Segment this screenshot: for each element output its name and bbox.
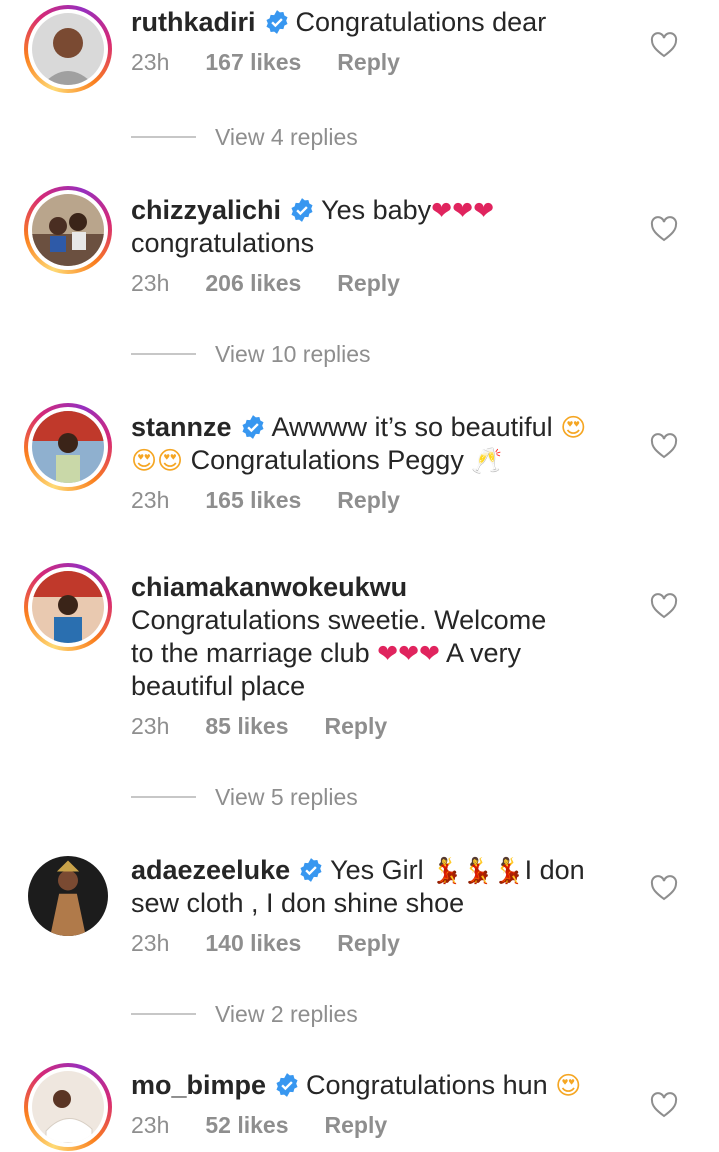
divider-line [131,796,196,798]
avatar-story-ring[interactable] [24,5,112,93]
comment-username[interactable]: chiamakanwokeukwu [131,572,407,602]
comment-text: Congratulations hun [306,1070,548,1100]
comment-username[interactable]: adaezeeluke [131,855,290,885]
comment-time: 23h [131,270,170,296]
divider-line [131,136,196,138]
comment-body: chiamakanwokeukwu Congratulations sweeti… [131,571,631,743]
comment-body: stannze Awwww it’s so beautiful 😍 😍😍 Cong… [131,411,631,517]
comment-text: Yes Girl [330,855,424,885]
verified-badge-icon [240,414,266,440]
comment-body: chizzyalichi Yes baby❤❤❤ congratulations … [131,194,631,300]
verified-badge-icon [274,1072,300,1098]
avatar-story-ring[interactable] [24,403,112,491]
view-replies-button[interactable]: View 2 replies [131,999,358,1029]
comment-text: Congratulations Peggy [190,445,464,475]
comment-likes[interactable]: 85 likes [205,713,288,740]
reply-button[interactable]: Reply [325,713,388,740]
heart-eyes-emoji: 😍 [560,413,587,442]
comment-text: A very [446,638,522,668]
comment-likes[interactable]: 140 likes [205,930,301,957]
reply-button[interactable]: Reply [325,1112,388,1139]
view-replies-label[interactable]: View 4 replies [215,124,358,151]
view-replies-label[interactable]: View 5 replies [215,784,358,811]
comment-time: 23h [131,487,170,513]
heart-emoji: ❤❤❤ [431,196,495,225]
comment-text: Awwww it’s so beautiful [271,412,553,442]
comment-text: Yes baby [321,195,432,225]
verified-badge-icon [289,197,315,223]
avatar [32,194,104,266]
view-replies-label[interactable]: View 2 replies [215,1001,358,1028]
avatar [32,571,104,643]
comment-time: 23h [131,713,170,739]
reply-button[interactable]: Reply [337,487,400,514]
avatar-story-ring[interactable] [24,563,112,651]
reply-button[interactable]: Reply [337,930,400,957]
reply-button[interactable]: Reply [337,49,400,76]
avatar [32,1071,104,1143]
comment-likes[interactable]: 206 likes [205,270,301,297]
champagne-emoji: 🥂 [471,446,503,475]
comment-username[interactable]: ruthkadiri [131,7,256,37]
heart-emoji: ❤❤❤ [377,639,440,668]
avatar[interactable] [24,852,112,940]
heart-eyes-emoji: 😍😍 [131,446,184,475]
comment-body: ruthkadiri Congratulations dear 23h 167 li… [131,6,631,79]
verified-badge-icon [298,857,324,883]
comment-text: Congratulations sweetie. Welcome [131,605,547,635]
avatar-image [28,856,108,936]
dancer-emoji: 💃💃💃 [431,856,525,885]
comment-text: congratulations [131,228,315,258]
reply-button[interactable]: Reply [337,270,400,297]
heart-outline-icon[interactable] [650,875,678,901]
comment-body: mo_bimpe Congratulations hun 😍 23h 52 like… [131,1069,631,1142]
avatar [32,13,104,85]
comment-username[interactable]: chizzyalichi [131,195,281,225]
heart-outline-icon[interactable] [650,32,678,58]
heart-eyes-emoji: 😍 [555,1071,582,1100]
heart-outline-icon[interactable] [650,593,678,619]
comment-text: sew cloth , I don shine shoe [131,888,465,918]
heart-outline-icon[interactable] [650,433,678,459]
heart-outline-icon[interactable] [650,1092,678,1118]
view-replies-label[interactable]: View 10 replies [215,341,371,368]
avatar [32,411,104,483]
verified-badge-icon [264,9,290,35]
comment-time: 23h [131,49,170,75]
view-replies-button[interactable]: View 5 replies [131,782,358,812]
heart-outline-icon[interactable] [650,216,678,242]
avatar-story-ring[interactable] [24,186,112,274]
view-replies-button[interactable]: View 10 replies [131,339,371,369]
comment-text: I don [524,855,585,885]
comment-body: adaezeeluke Yes Girl 💃💃💃I don sew cloth ,… [131,854,631,960]
divider-line [131,1013,196,1015]
comment-username[interactable]: mo_bimpe [131,1070,266,1100]
comment-time: 23h [131,1112,170,1138]
divider-line [131,353,196,355]
comment-text: to the marriage club [131,638,370,668]
comment-likes[interactable]: 52 likes [205,1112,288,1139]
comment-text: Congratulations dear [295,7,547,37]
view-replies-button[interactable]: View 4 replies [131,122,358,152]
comment-likes[interactable]: 165 likes [205,487,301,514]
comment-likes[interactable]: 167 likes [205,49,301,76]
comment-text: beautiful place [131,671,306,701]
avatar-story-ring[interactable] [24,1063,112,1151]
comment-username[interactable]: stannze [131,412,232,442]
comment-time: 23h [131,930,170,956]
